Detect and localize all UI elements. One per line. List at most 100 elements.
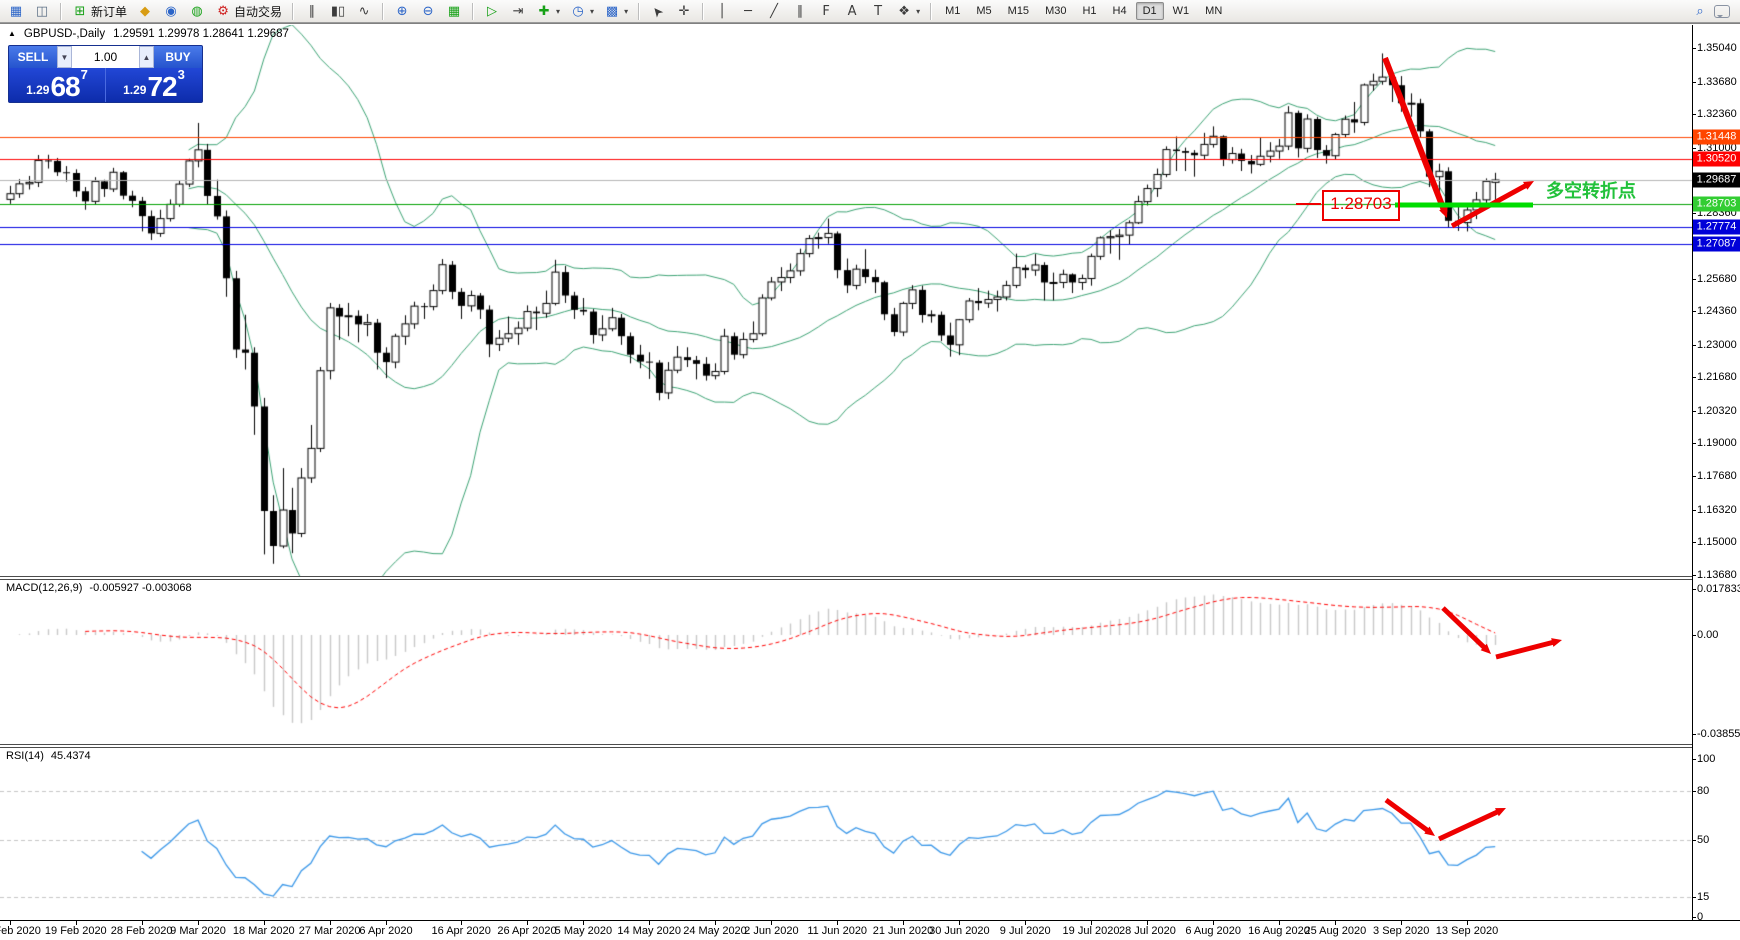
volume-input[interactable]	[72, 46, 139, 68]
date-label: 2 Jun 2020	[744, 925, 798, 937]
indicators-button[interactable]: ✚▾	[532, 1, 564, 22]
ohlc-values: 1.29591 1.29978 1.28641 1.29687	[113, 28, 289, 40]
rsi-name: RSI(14)	[6, 750, 44, 762]
candlestick-chart-button[interactable]: ▮▯	[326, 1, 350, 22]
chevron-down-icon[interactable]: ▾	[916, 7, 920, 16]
price-level-badge: 1.27774	[1693, 220, 1740, 235]
market-button[interactable]: ◆	[133, 1, 157, 22]
vertical-line-button[interactable]: │	[710, 1, 734, 22]
price-tick-label: 1.15000	[1697, 536, 1737, 548]
chat-icon[interactable]	[1714, 5, 1730, 18]
tile-windows-icon: ▦	[446, 3, 462, 20]
text-label-button[interactable]: T	[866, 1, 890, 22]
auto-scroll-button[interactable]: ▷	[480, 1, 504, 22]
date-label: 10 Feb 2020	[0, 925, 41, 937]
timeframe-m1-button[interactable]: M1	[938, 2, 967, 20]
toolbar-separator	[472, 3, 474, 20]
timeframe-h1-button[interactable]: H1	[1075, 2, 1103, 20]
volume-down-button[interactable]: ▼	[57, 46, 72, 68]
date-tick	[715, 921, 716, 925]
window-profile-button[interactable]: ◫	[30, 1, 54, 22]
new-chart-button[interactable]: ▦	[4, 1, 28, 22]
chart-window: ▲ GBPUSD-,Daily 1.29591 1.29978 1.28641 …	[0, 23, 1740, 940]
date-label: 9 Mar 2020	[170, 925, 226, 937]
timeframe-m30-button[interactable]: M30	[1038, 2, 1073, 20]
price-tick-label: 0.00	[1697, 629, 1718, 641]
collapse-triangle-icon[interactable]: ▲	[8, 29, 16, 38]
date-tick	[330, 921, 331, 925]
timeframe-h4-button[interactable]: H4	[1106, 2, 1134, 20]
new-order-button[interactable]: ⊞新订单	[68, 1, 131, 22]
price-tick-label: 1.23000	[1697, 339, 1737, 351]
toolbar: ▦◫⊞新订单◆◉◍⚙自动交易∥▮▯∿⊕⊖▦▷⇥✚▾◷▾▩▾➤✛│─╱∥FAT❖▾…	[0, 0, 1740, 23]
zoom-out-button[interactable]: ⊖	[416, 1, 440, 22]
buy-button[interactable]: BUY	[154, 46, 202, 68]
rsi-value: 45.4374	[51, 750, 91, 762]
timeframe-m15-button[interactable]: M15	[1001, 2, 1036, 20]
date-label: 18 Mar 2020	[233, 925, 295, 937]
timeframe-d1-button[interactable]: D1	[1136, 2, 1164, 20]
price-chart-canvas[interactable]	[0, 25, 1692, 578]
macd-name: MACD(12,26,9)	[6, 582, 82, 594]
date-tick	[649, 921, 650, 925]
zoom-in-button[interactable]: ⊕	[390, 1, 414, 22]
turning-point-note[interactable]: 多空转折点	[1546, 177, 1636, 203]
cursor-button[interactable]: ➤	[646, 1, 670, 22]
date-label: 6 Apr 2020	[359, 925, 412, 937]
sell-price-base: 1.29	[26, 80, 49, 100]
shapes-icon: ❖	[896, 3, 912, 20]
date-tick	[1335, 921, 1336, 925]
price-level-badge: 1.27087	[1693, 237, 1740, 252]
crosshair-button[interactable]: ✛	[672, 1, 696, 22]
channel-button[interactable]: ∥	[788, 1, 812, 22]
bar-chart-button[interactable]: ∥	[300, 1, 324, 22]
news-button[interactable]: ◍	[185, 1, 209, 22]
templates-button[interactable]: ▩▾	[600, 1, 632, 22]
toolbar-separator	[60, 3, 62, 20]
chevron-down-icon[interactable]: ▾	[624, 7, 628, 16]
zoom-out-icon: ⊖	[420, 3, 436, 20]
price-tick-label: 0.017833	[1697, 583, 1740, 595]
chevron-down-icon[interactable]: ▾	[556, 7, 560, 16]
trendline-button[interactable]: ╱	[762, 1, 786, 22]
new-order-icon: ⊞	[72, 3, 88, 20]
buy-price[interactable]: 1.29 72 3	[106, 68, 202, 102]
date-label: 11 Jun 2020	[807, 925, 867, 937]
chevron-down-icon[interactable]: ▾	[590, 7, 594, 16]
sell-price[interactable]: 1.29 68 7	[9, 68, 106, 102]
time-axis[interactable]: 10 Feb 202019 Feb 202028 Feb 20209 Mar 2…	[0, 921, 1740, 940]
pane-separator[interactable]	[0, 744, 1692, 748]
volume-up-button[interactable]: ▲	[139, 46, 154, 68]
signals-button[interactable]: ◉	[159, 1, 183, 22]
tile-windows-button[interactable]: ▦	[442, 1, 466, 22]
price-tick-label: -0.038559	[1697, 728, 1740, 740]
price-tick-label: 50	[1697, 834, 1709, 846]
rsi-chart-canvas[interactable]	[0, 748, 1692, 920]
timeframe-m5-button[interactable]: M5	[969, 2, 998, 20]
horizontal-line-button[interactable]: ─	[736, 1, 760, 22]
new-order-label: 新订单	[91, 3, 127, 20]
sell-price-pips: 68	[50, 74, 79, 100]
text-button[interactable]: A	[840, 1, 864, 22]
date-tick	[461, 921, 462, 925]
shapes-button[interactable]: ❖▾	[892, 1, 924, 22]
fibonacci-button[interactable]: F	[814, 1, 838, 22]
toolbar-right-icons: ⌕	[1692, 3, 1736, 20]
macd-chart-canvas[interactable]	[0, 580, 1692, 746]
timeframe-w1-button[interactable]: W1	[1166, 2, 1197, 20]
search-icon[interactable]: ⌕	[1692, 3, 1708, 20]
chart-shift-button[interactable]: ⇥	[506, 1, 530, 22]
sell-button[interactable]: SELL	[9, 46, 57, 68]
timeframe-mn-button[interactable]: MN	[1198, 2, 1229, 20]
date-tick	[142, 921, 143, 925]
pane-separator[interactable]	[0, 576, 1692, 580]
horizontal-line-icon: ─	[740, 3, 756, 20]
line-chart-button[interactable]: ∿	[352, 1, 376, 22]
price-tick-label: 1.20320	[1697, 405, 1737, 417]
price-callout-box[interactable]: 1.28703	[1322, 190, 1400, 221]
autotrading-button[interactable]: ⚙自动交易	[211, 1, 286, 22]
periods-button[interactable]: ◷▾	[566, 1, 598, 22]
date-tick	[76, 921, 77, 925]
price-tick-label: 1.21680	[1697, 371, 1737, 383]
date-tick	[903, 921, 904, 925]
